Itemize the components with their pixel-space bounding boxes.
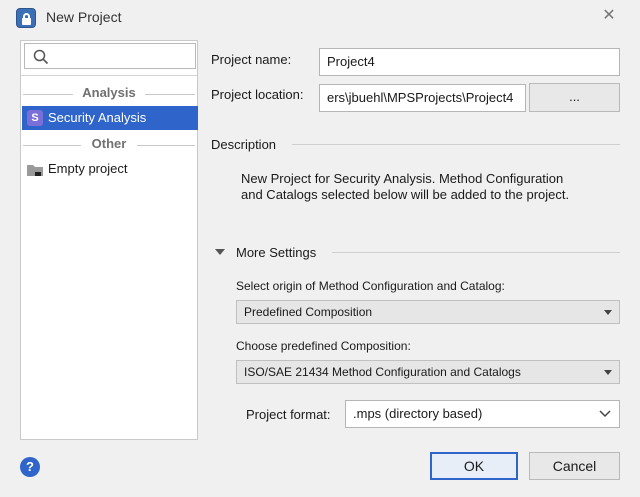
- more-settings-header[interactable]: More Settings: [236, 245, 316, 260]
- sidebar-item-label: Empty project: [48, 161, 128, 176]
- composition-select[interactable]: ISO/SAE 21434 Method Configuration and C…: [236, 360, 620, 384]
- project-location-field[interactable]: ers\jbuehl\MPSProjects\Project4: [319, 84, 526, 112]
- ok-button[interactable]: OK: [430, 452, 518, 480]
- browse-button[interactable]: ...: [529, 83, 620, 112]
- dropdown-arrow-icon: [604, 370, 612, 375]
- search-input[interactable]: [24, 43, 196, 69]
- project-name-field[interactable]: Project4: [319, 48, 620, 76]
- security-analysis-icon: S: [27, 110, 43, 126]
- project-type-list: Analysis S Security Analysis Other Empty…: [20, 40, 198, 440]
- description-text: New Project for Security Analysis. Metho…: [241, 171, 570, 202]
- sidebar-item-empty-project[interactable]: Empty project: [22, 157, 198, 181]
- sidebar-item-label: Security Analysis: [48, 110, 147, 125]
- title-bar: New Project ✕: [0, 0, 640, 34]
- search-icon: [33, 49, 49, 65]
- cancel-button[interactable]: Cancel: [529, 452, 620, 480]
- close-icon[interactable]: ✕: [598, 5, 620, 27]
- dropdown-arrow-icon: [604, 310, 612, 315]
- chevron-down-icon: [599, 410, 611, 418]
- collapse-triangle-icon[interactable]: [214, 248, 226, 256]
- origin-select[interactable]: Predefined Composition: [236, 300, 620, 324]
- project-location-label: Project location:: [211, 87, 304, 102]
- group-header-other: Other: [21, 136, 197, 154]
- divider: [21, 75, 197, 76]
- divider: [292, 144, 620, 145]
- divider: [332, 252, 620, 253]
- project-name-label: Project name:: [211, 52, 292, 67]
- project-format-select[interactable]: .mps (directory based): [345, 400, 620, 428]
- description-header: Description: [211, 137, 277, 152]
- origin-label: Select origin of Method Configuration an…: [236, 279, 505, 293]
- lock-icon: [16, 8, 36, 28]
- window-title: New Project: [46, 9, 122, 25]
- help-icon[interactable]: ?: [20, 457, 40, 477]
- composition-label: Choose predefined Composition:: [236, 339, 411, 353]
- group-header-analysis: Analysis: [21, 85, 197, 103]
- sidebar-item-security-analysis[interactable]: S Security Analysis: [22, 106, 198, 130]
- project-format-label: Project format:: [246, 407, 331, 422]
- folder-icon: [27, 165, 43, 176]
